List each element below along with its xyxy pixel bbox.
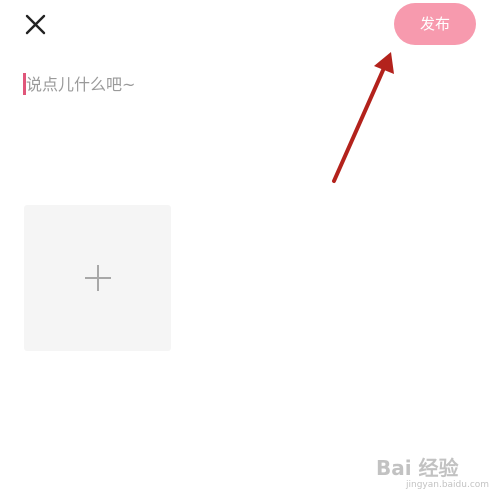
close-button[interactable] (20, 10, 50, 40)
post-text-input[interactable] (24, 70, 466, 98)
add-image-button[interactable] (24, 205, 171, 351)
watermark-logo: Bai 经验 (376, 456, 459, 480)
publish-button[interactable]: 发布 (394, 3, 476, 45)
watermark-url: jingyan.baidu.com (406, 480, 490, 490)
baidu-watermark: Bai 经验 jingyan.baidu.com (376, 446, 498, 496)
close-icon (25, 14, 46, 35)
plus-icon (84, 265, 111, 291)
